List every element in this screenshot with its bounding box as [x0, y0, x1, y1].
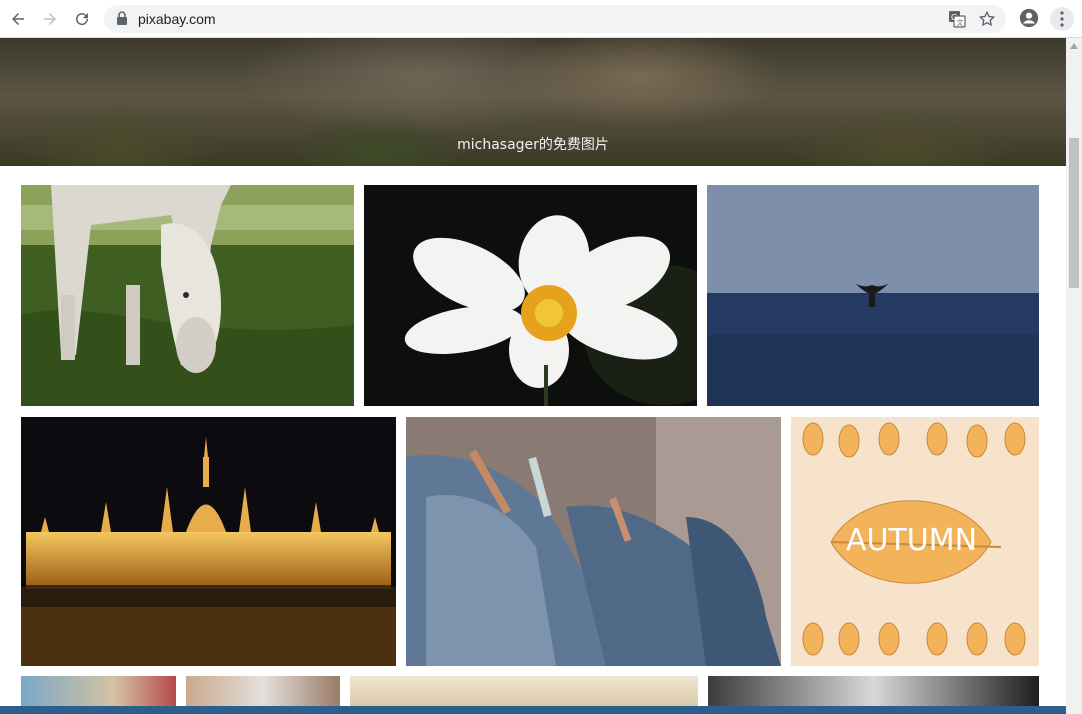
parliament-image: [21, 417, 396, 666]
gallery-image-autumn[interactable]: AUTUMN: [791, 417, 1039, 666]
browser-menu-button[interactable]: [1050, 7, 1074, 31]
scroll-up-button[interactable]: [1066, 38, 1082, 54]
gallery-image-row3-2[interactable]: [186, 676, 340, 706]
jeans-image: [406, 417, 781, 666]
gallery-image-row3-3[interactable]: [350, 676, 698, 706]
user-banner: michasager的免费图片: [0, 38, 1066, 166]
translate-icon[interactable]: G文: [948, 10, 966, 33]
back-button[interactable]: [6, 7, 30, 31]
profile-avatar-icon[interactable]: [1018, 7, 1042, 31]
gallery-image-cosmos-flower[interactable]: [364, 185, 697, 406]
bookmark-star-icon[interactable]: [978, 10, 996, 33]
scroll-thumb[interactable]: [1069, 138, 1079, 288]
whale-image: [707, 185, 1039, 406]
back-arrow-icon: [12, 13, 24, 25]
triangle-up-icon: [1070, 43, 1078, 49]
autumn-text: AUTUMN: [846, 523, 977, 558]
forward-arrow-icon: [44, 13, 56, 25]
reload-button[interactable]: [70, 7, 94, 31]
gallery-image-whale-tail[interactable]: [707, 185, 1039, 406]
bottom-accent-bar: [0, 706, 1066, 714]
horse-image: [21, 185, 354, 406]
gallery-image-parliament[interactable]: [21, 417, 396, 666]
flower-image: [364, 185, 697, 406]
gallery-image-horse[interactable]: [21, 185, 354, 406]
gallery-image-jeans[interactable]: [406, 417, 781, 666]
banner-caption[interactable]: michasager的免费图片: [0, 134, 1066, 154]
autumn-illustration: AUTUMN: [791, 417, 1039, 666]
reload-icon: [76, 13, 89, 26]
url-text: pixabay.com: [138, 11, 216, 27]
gallery-image-row3-1[interactable]: [21, 676, 176, 706]
lock-icon: [116, 11, 128, 30]
page-scrollbar[interactable]: [1066, 38, 1082, 714]
more-vert-icon: [1060, 11, 1064, 27]
forward-button[interactable]: [38, 7, 62, 31]
browser-toolbar: pixabay.com G文: [0, 0, 1082, 38]
svg-text:文: 文: [957, 18, 964, 27]
gallery-image-row3-4[interactable]: [708, 676, 1039, 706]
address-bar[interactable]: pixabay.com G文: [104, 5, 1006, 33]
